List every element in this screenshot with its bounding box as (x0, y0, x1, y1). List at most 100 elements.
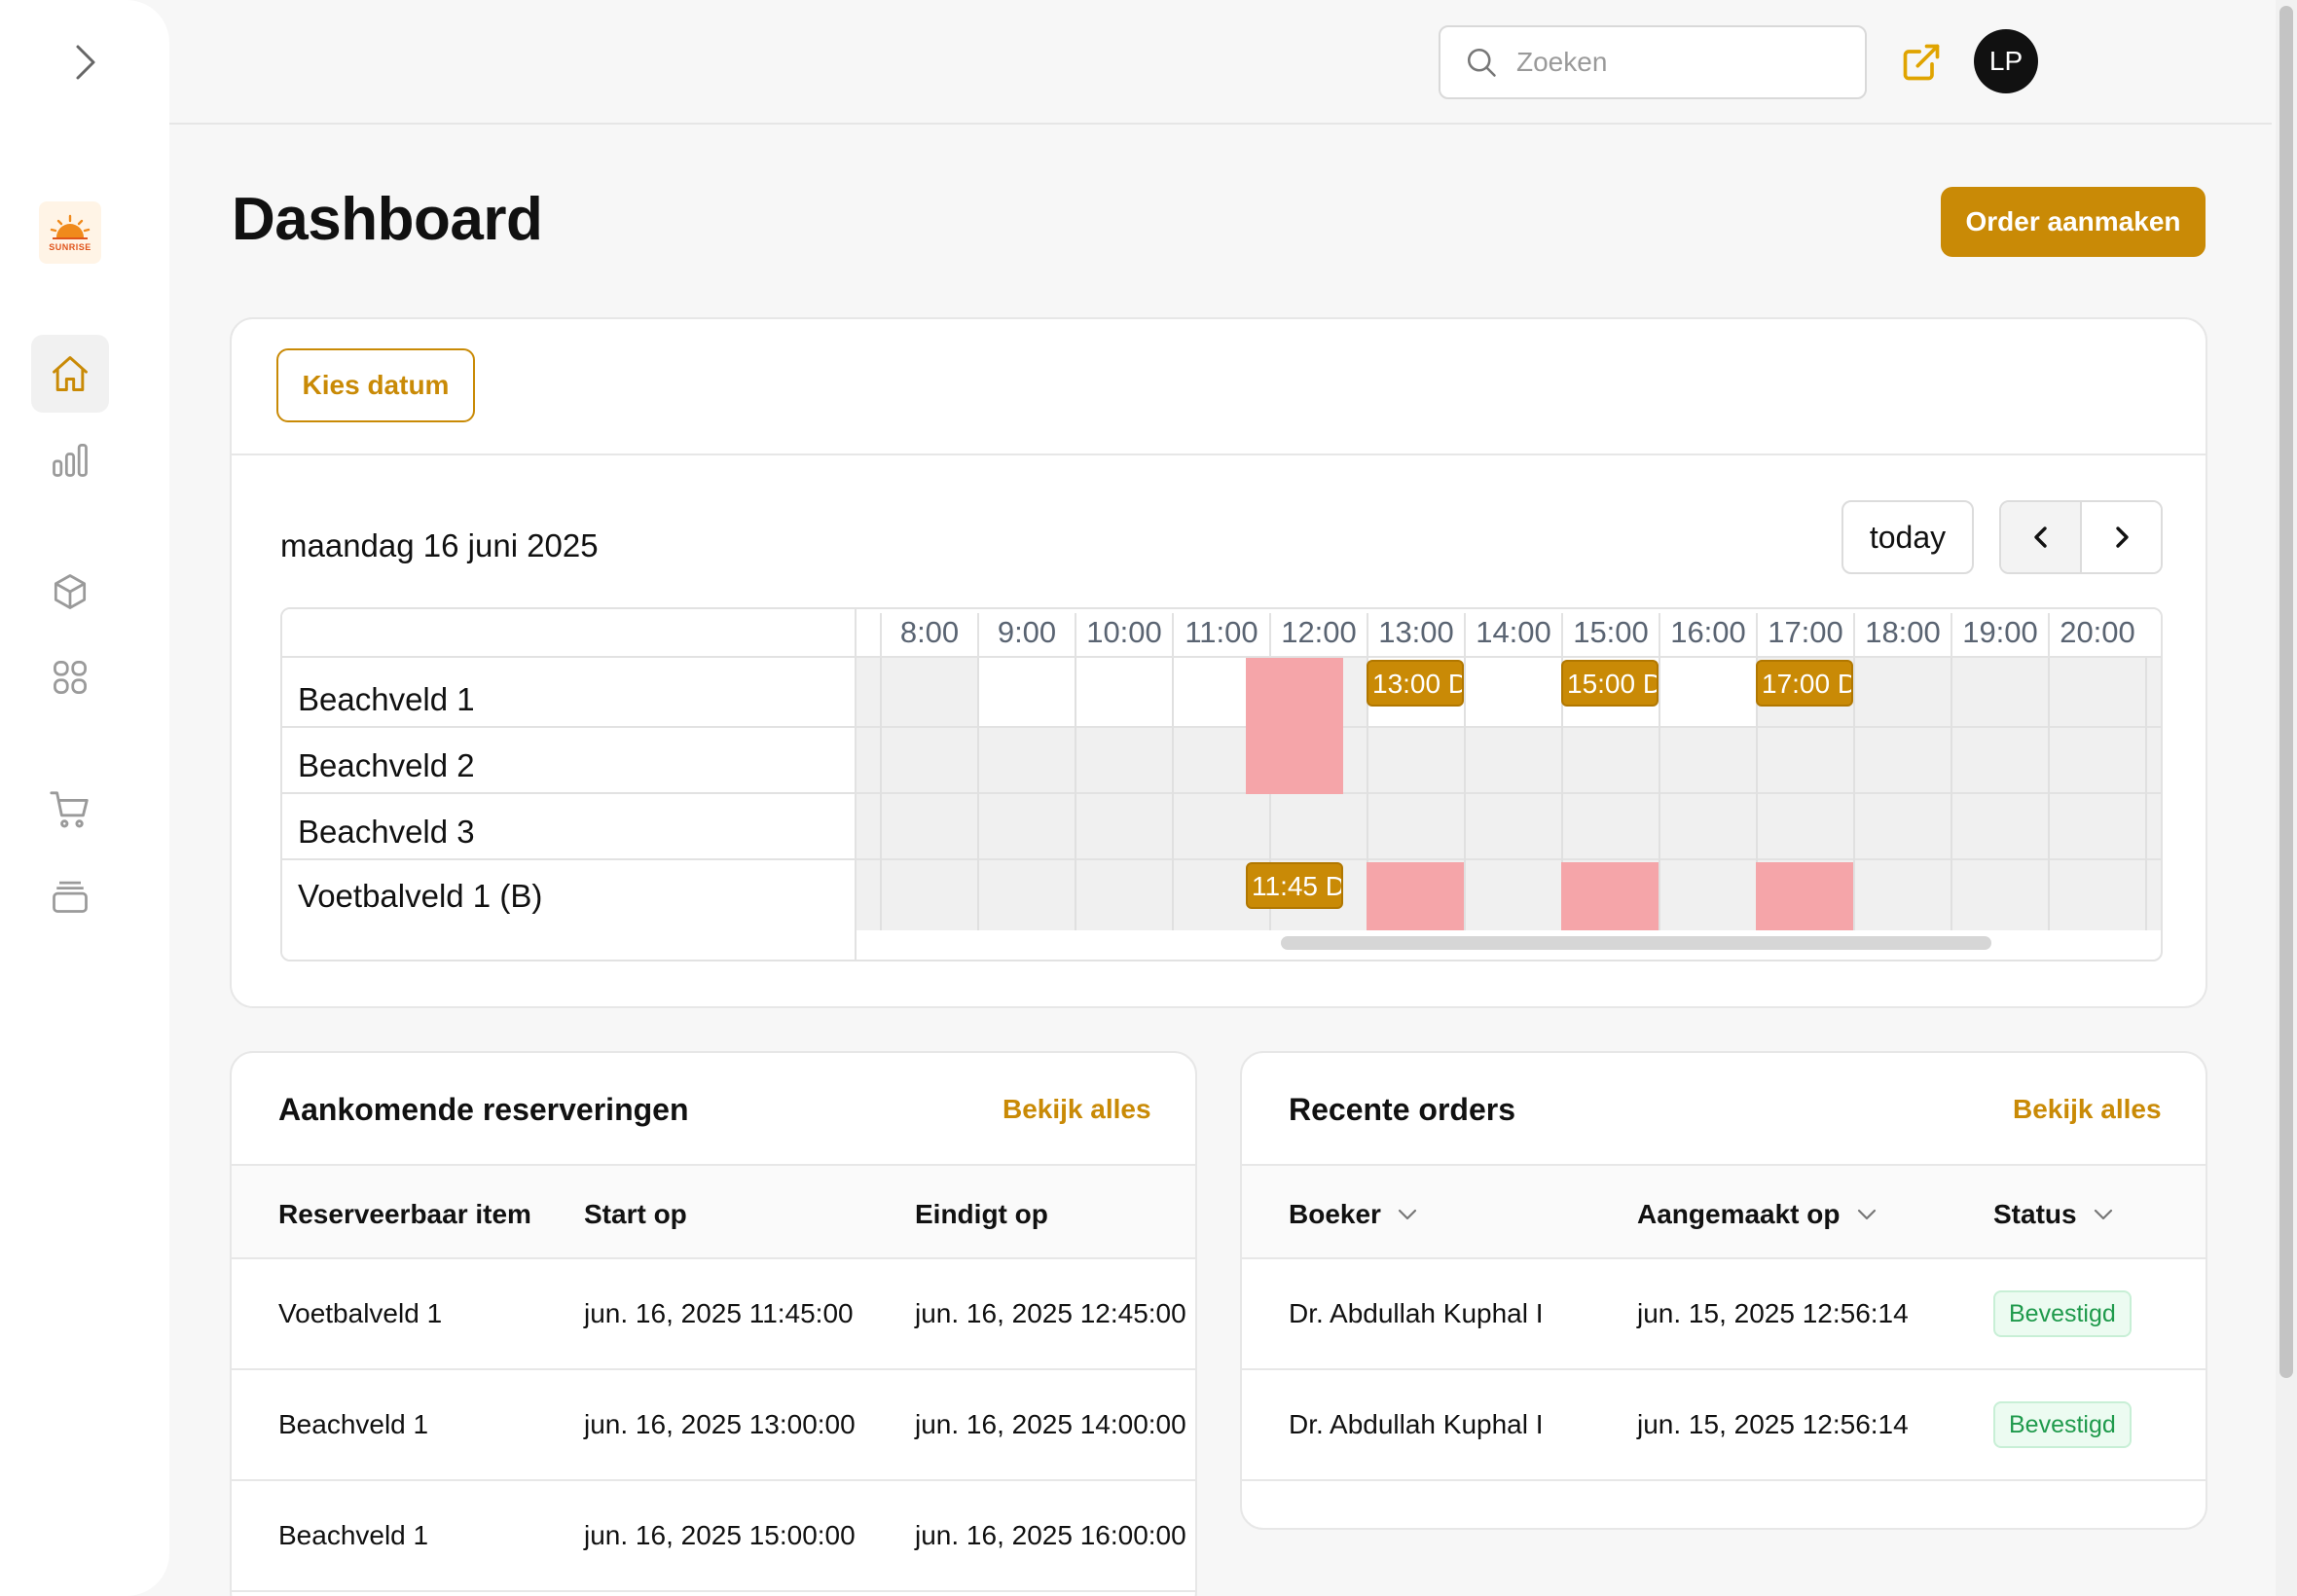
booking-event[interactable]: 15:00 D (1561, 660, 1659, 707)
column-header-label: Status (1993, 1199, 2077, 1229)
table-cell: jun. 16, 2025 14:00:00 (915, 1409, 1186, 1439)
resource-label: Beachveld 1 (282, 658, 855, 728)
blocked-slot (1561, 862, 1659, 930)
brand-logo[interactable]: SUNRISE (39, 201, 101, 264)
column-header-created[interactable]: Aangemaakt op (1637, 1199, 1878, 1230)
grid-line (2145, 658, 2147, 930)
table-cell: Beachveld 1 (278, 1409, 429, 1439)
time-label: ) (857, 613, 860, 658)
sidebar-item-archive[interactable] (31, 856, 109, 934)
table-cell: jun. 15, 2025 12:56:14 (1637, 1409, 1909, 1439)
status-badge: Bevestigd (1993, 1401, 2132, 1448)
column-header-booker[interactable]: Boeker (1289, 1199, 1418, 1230)
resource-label: Beachveld 2 (282, 728, 855, 794)
open-external-button[interactable] (1892, 33, 1951, 91)
resource-column: Beachveld 1 Beachveld 2 Beachveld 3 Voet… (282, 609, 857, 960)
status-badge: Bevestigd (1993, 1290, 2132, 1337)
table-row[interactable]: Beachveld 1 jun. 16, 2025 13:00:00 jun. … (232, 1370, 1195, 1481)
time-label: 8:00 (880, 613, 977, 658)
today-button[interactable]: today (1841, 500, 1974, 574)
calendar-card-header: Kies datum (232, 319, 2206, 455)
table-row[interactable]: Beachveld 1 jun. 16, 2025 15:00:00 jun. … (232, 1481, 1195, 1592)
resource-label: Voetbalveld 1 (B) (298, 878, 543, 914)
search-input[interactable] (1516, 47, 1838, 78)
calendar-nav-group (1999, 500, 2163, 574)
recent-orders-card: Recente orders Bekijk alles Boeker Aange… (1240, 1051, 2207, 1530)
sidebar-item-home[interactable] (31, 335, 109, 413)
booking-event[interactable]: 11:45 D. (1246, 862, 1343, 909)
lane-beachveld-2 (857, 728, 2161, 794)
see-all-orders-link[interactable]: Bekijk alles (2013, 1094, 2162, 1125)
grid-line (1172, 658, 1174, 930)
page-scrollbar[interactable] (2276, 0, 2297, 1596)
chevron-right-icon (76, 45, 95, 80)
time-label: 20:00 (2048, 613, 2145, 658)
available-slot[interactable] (977, 658, 1246, 726)
grid-line (2048, 658, 2050, 930)
logo-text: SUNRISE (49, 241, 91, 252)
column-header-status[interactable]: Status (1993, 1199, 2114, 1230)
grid-line (1853, 658, 1855, 930)
box-icon (54, 574, 87, 609)
time-label: 9:00 (977, 613, 1075, 658)
sidebar-item-analytics[interactable] (31, 420, 109, 498)
time-label: 11:00 (1172, 613, 1269, 658)
previous-day-button[interactable] (2001, 502, 2082, 572)
stack-icon (53, 881, 88, 913)
grid-line (880, 658, 882, 930)
column-header[interactable]: Start op (584, 1199, 687, 1230)
upcoming-reservations-title: Aankomende reserveringen (278, 1092, 689, 1127)
search-box[interactable] (1439, 25, 1867, 99)
table-row[interactable]: Voetbalveld 1 jun. 16, 2025 11:45:00 jun… (232, 1259, 1195, 1370)
sidebar-item-products[interactable] (31, 553, 109, 631)
blocked-slot (1367, 862, 1464, 930)
resource-column-header (282, 609, 855, 658)
table-cell: Dr. Abdullah Kuphal I (1289, 1409, 1544, 1439)
table-row[interactable]: Dr. Abdullah Kuphal I jun. 15, 2025 12:5… (1242, 1259, 2206, 1370)
column-header[interactable]: Reserveerbaar item (278, 1199, 531, 1230)
column-header-label: Boeker (1289, 1199, 1381, 1229)
user-avatar[interactable]: LP (1974, 29, 2038, 93)
time-label: 15:00 (1561, 613, 1659, 658)
time-label: 10:00 (1075, 613, 1172, 658)
table-row[interactable]: Dr. Abdullah Kuphal I jun. 15, 2025 12:5… (1242, 1370, 2206, 1481)
resource-timeline: Beachveld 1 Beachveld 2 Beachveld 3 Voet… (280, 607, 2163, 961)
resource-label: Beachveld 3 (282, 794, 855, 860)
chevron-left-icon (2033, 526, 2047, 548)
time-label: 18:00 (1853, 613, 1951, 658)
topbar (169, 0, 2272, 125)
timeline-header: ) 8:00 9:00 10:00 11:00 12:00 13:00 14:0… (857, 609, 2161, 658)
blocked-slot (1756, 862, 1853, 930)
expand-sidebar-button[interactable] (56, 33, 115, 91)
booking-event[interactable]: 17:00 D (1756, 660, 1853, 707)
sidebar-item-cart[interactable] (31, 771, 109, 849)
booking-event[interactable]: 13:00 D (1367, 660, 1464, 707)
timeline-grid: ) 8:00 9:00 10:00 11:00 12:00 13:00 14:0… (857, 609, 2161, 930)
grid-line (1951, 658, 1952, 930)
bar-chart-icon (53, 443, 88, 477)
table-cell: Voetbalveld 1 (278, 1298, 443, 1328)
choose-date-button[interactable]: Kies datum (276, 348, 475, 422)
sidebar-item-apps[interactable] (31, 638, 109, 716)
grid-line (1659, 658, 1660, 930)
grid-icon (54, 661, 87, 694)
see-all-reservations-link[interactable]: Bekijk alles (1003, 1094, 1151, 1125)
chevron-down-icon (2094, 1209, 2112, 1220)
search-icon (1467, 48, 1496, 77)
chevron-down-icon (1398, 1209, 1417, 1220)
create-order-button[interactable]: Order aanmaken (1941, 187, 2206, 257)
lane-voetbalveld-1 (857, 860, 2161, 930)
recent-orders-title: Recente orders (1289, 1092, 1515, 1127)
next-day-button[interactable] (2082, 502, 2161, 572)
table-cell: jun. 16, 2025 15:00:00 (584, 1520, 856, 1550)
chevron-right-icon (2115, 526, 2129, 548)
column-header[interactable]: Eindigt op (915, 1199, 1048, 1230)
table-cell: jun. 16, 2025 11:45:00 (584, 1298, 854, 1328)
table-cell: jun. 15, 2025 12:56:14 (1637, 1298, 1909, 1328)
time-label: 12:00 (1269, 613, 1367, 658)
timeline-horizontal-scrollbar[interactable] (1281, 936, 1991, 950)
time-label: 17:00 (1756, 613, 1853, 658)
page-scrollbar-thumb[interactable] (2279, 6, 2293, 1378)
upcoming-reservations-card: Aankomende reserveringen Bekijk alles Re… (230, 1051, 1197, 1596)
table-cell: jun. 16, 2025 12:45:00 (915, 1298, 1186, 1328)
